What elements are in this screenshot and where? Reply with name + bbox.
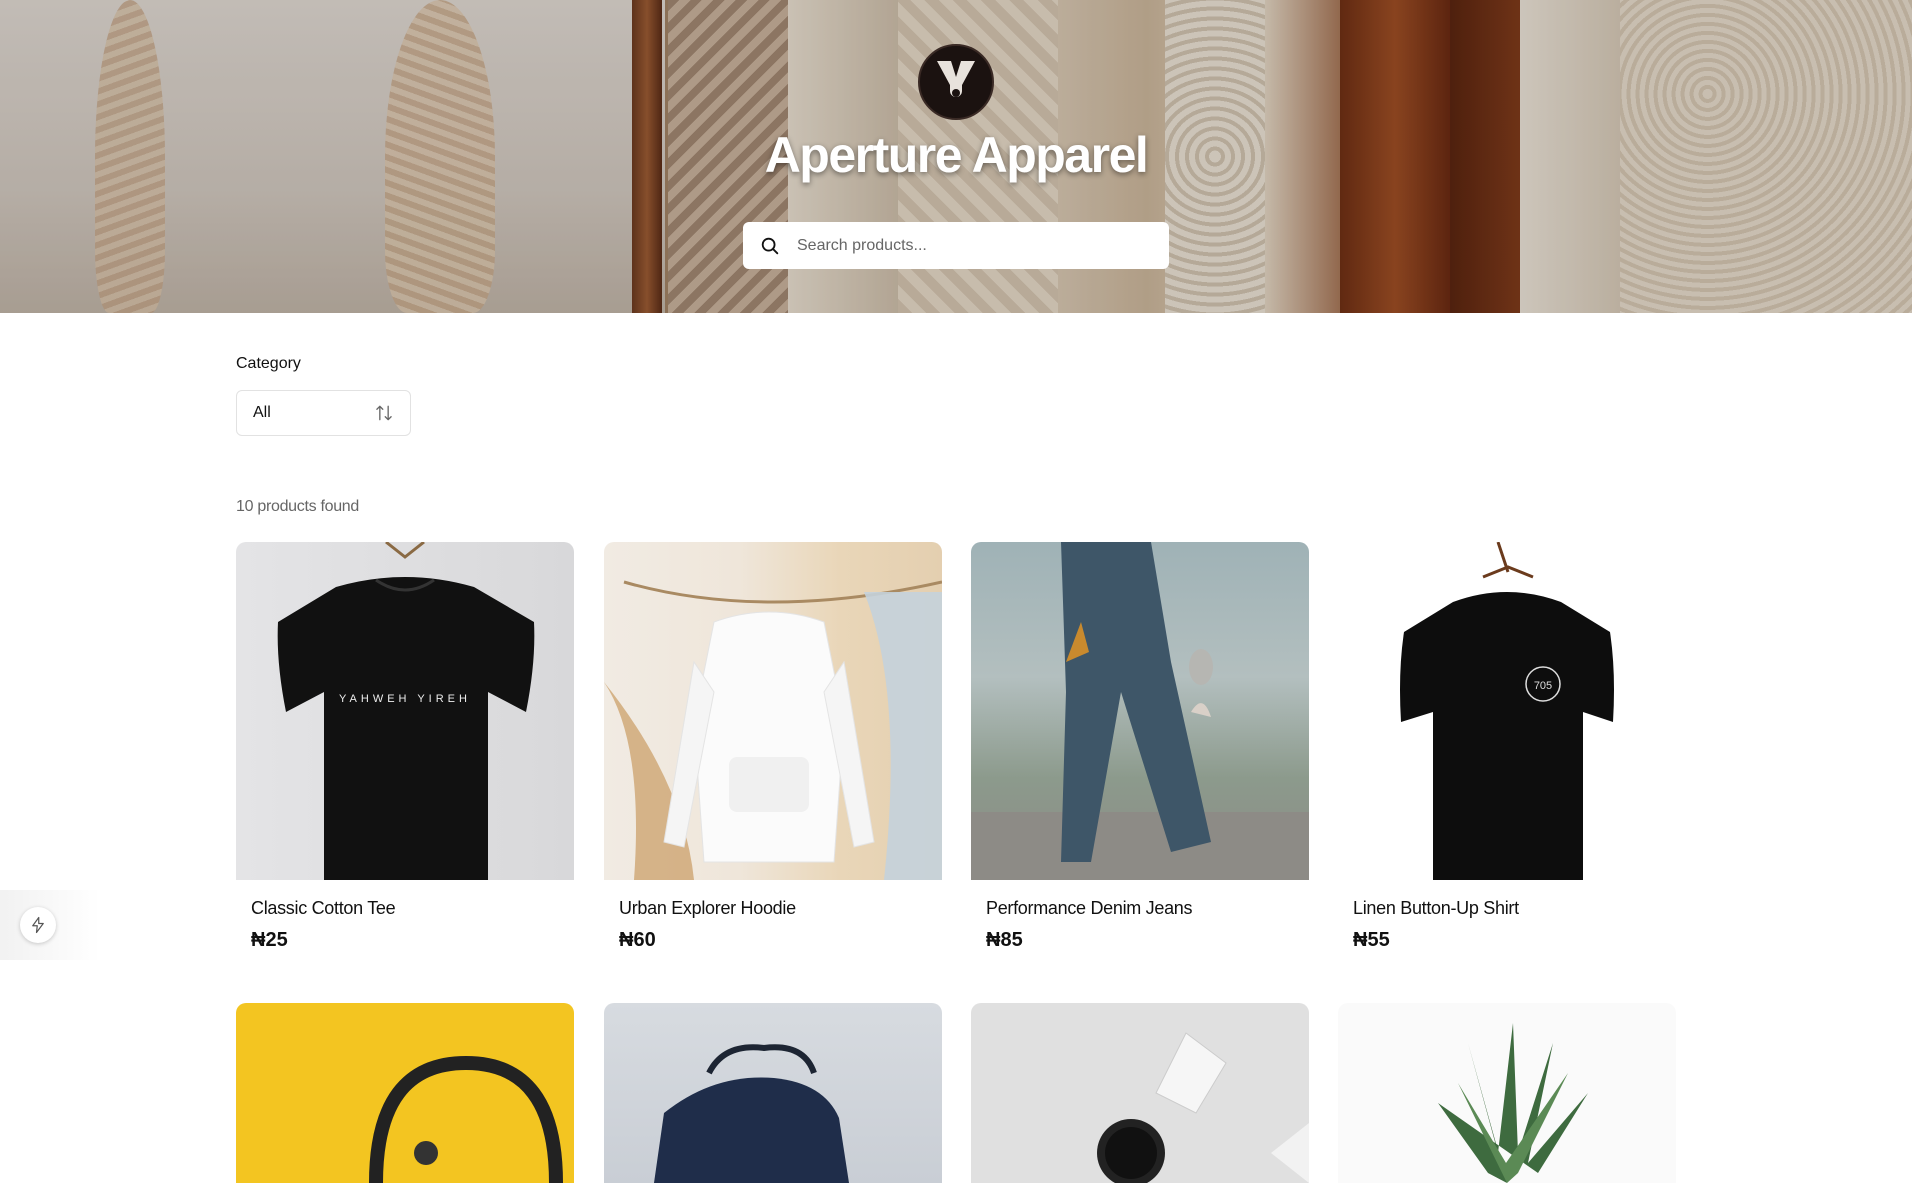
tee-print-text: YAHWEH YIREH <box>339 693 471 705</box>
product-image[interactable]: YAHWEH YIREH <box>236 542 574 880</box>
product-price: ₦85 <box>986 929 1023 951</box>
product-image[interactable] <box>604 542 942 880</box>
hoodie-image <box>604 580 942 880</box>
category-value: All <box>253 404 271 421</box>
headphones-image <box>369 1055 563 1183</box>
product-name[interactable]: Urban Explorer Hoodie <box>604 898 942 919</box>
floating-side-panel <box>0 890 100 960</box>
product-image[interactable]: 705 <box>1338 542 1676 880</box>
watch-image <box>1097 1032 1309 1183</box>
product-image[interactable] <box>236 1003 574 1183</box>
logo-y-icon <box>937 61 975 97</box>
product-price: ₦55 <box>1353 929 1390 951</box>
product-price: ₦25 <box>251 929 288 951</box>
product-image[interactable] <box>1338 1003 1676 1183</box>
product-image[interactable] <box>971 1003 1309 1183</box>
shirt-image: 705 <box>1400 542 1614 880</box>
quick-action-button[interactable] <box>20 907 56 943</box>
search-bar[interactable] <box>743 222 1169 269</box>
product-name[interactable]: Performance Denim Jeans <box>971 898 1309 919</box>
category-label: Category <box>236 355 301 372</box>
search-input[interactable] <box>797 236 1137 255</box>
product-card[interactable] <box>604 1003 942 1183</box>
product-name[interactable]: Linen Button-Up Shirt <box>1338 898 1676 919</box>
store-logo[interactable] <box>918 44 994 120</box>
sort-arrows-icon <box>376 405 392 421</box>
badge-print-text: 705 <box>1534 680 1552 692</box>
product-card[interactable] <box>971 1003 1309 1183</box>
store-title: Aperture Apparel <box>764 127 1149 183</box>
lightning-icon <box>32 916 44 934</box>
product-image[interactable] <box>604 1003 942 1183</box>
product-card[interactable]: Urban Explorer Hoodie ₦60 <box>604 542 942 952</box>
product-price: ₦60 <box>619 929 656 951</box>
category-select[interactable]: All <box>236 390 411 436</box>
plant-image <box>1438 1023 1588 1183</box>
product-card[interactable] <box>1338 1003 1676 1183</box>
product-card[interactable]: Performance Denim Jeans ₦85 <box>971 542 1309 952</box>
search-icon <box>761 237 779 254</box>
tshirt-image: YAHWEH YIREH <box>277 542 535 880</box>
product-card[interactable]: 705 Linen Button-Up Shirt ₦55 <box>1338 542 1676 952</box>
product-name[interactable]: Classic Cotton Tee <box>236 898 574 919</box>
product-image[interactable] <box>971 542 1309 880</box>
backpack-image <box>654 1044 849 1183</box>
results-count: 10 products found <box>236 498 359 515</box>
product-card[interactable] <box>236 1003 574 1183</box>
product-card[interactable]: YAHWEH YIREH Classic Cotton Tee ₦25 <box>236 542 574 952</box>
jeans-image <box>971 542 1309 880</box>
